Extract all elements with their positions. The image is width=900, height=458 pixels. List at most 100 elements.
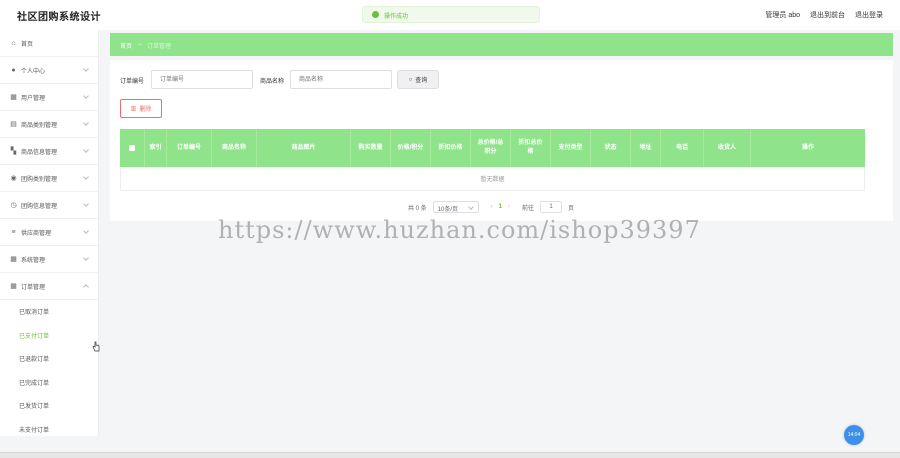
select-all-column: [120, 129, 145, 167]
query-button[interactable]: ○ 查询: [397, 70, 439, 89]
home-icon: ⌂: [11, 39, 16, 47]
submenu-item-refunded[interactable]: 已退款订单: [0, 347, 98, 371]
column-header[interactable]: 订单编号: [167, 129, 212, 167]
apps-icon: ▚: [10, 147, 17, 155]
product-name-label: 商品名称: [260, 79, 285, 85]
sidebar-item-product-categories[interactable]: ▤ 商品类别管理: [0, 111, 98, 138]
total-count: 共 0 条: [408, 205, 427, 212]
toast-message: 操作成功: [384, 14, 409, 20]
grid-icon: ▤: [10, 120, 17, 128]
sidebar-item-home[interactable]: ⌂ 首页: [0, 30, 98, 57]
sidebar-item-users[interactable]: ▦ 用户管理: [0, 84, 98, 111]
chevron-down-icon: [83, 228, 89, 234]
sidebar-item-system[interactable]: ▦ 系统管理: [0, 246, 98, 273]
sidebar-item-label: 供应商管理: [21, 230, 52, 237]
column-header[interactable]: 折扣总价格: [511, 129, 551, 167]
page-suffix: 页: [568, 205, 575, 212]
page-number[interactable]: 1: [499, 204, 502, 210]
grid-icon: ▦: [10, 93, 17, 101]
breadcrumb-separator: →: [137, 41, 143, 47]
empty-text: 暂无数据: [480, 177, 505, 183]
column-header[interactable]: 总价格/总积分: [471, 129, 511, 167]
breadcrumb: 首页 → 订单管理: [110, 33, 893, 56]
sidebar-item-label: 商品类别管理: [21, 122, 58, 129]
prev-page-button[interactable]: ‹: [491, 204, 493, 210]
submenu-item-unpaid[interactable]: 未支付订单: [0, 418, 98, 442]
column-header[interactable]: 购买数量: [351, 129, 391, 167]
column-header[interactable]: 价格/积分: [391, 129, 431, 167]
sidebar-item-group-categories[interactable]: ◉ 团购类别管理: [0, 165, 98, 192]
select-all-checkbox[interactable]: [129, 145, 135, 151]
sidebar-item-group-info[interactable]: ◷ 团购信息管理: [0, 192, 98, 219]
column-header: 索引: [145, 129, 167, 167]
column-header[interactable]: 地址: [631, 129, 661, 167]
column-header[interactable]: 状态: [591, 129, 631, 167]
order-no-label: 订单编号: [120, 79, 145, 85]
chevron-down-icon: [83, 147, 89, 153]
product-name-input[interactable]: [290, 70, 392, 89]
success-toast: 操作成功: [362, 6, 540, 23]
clock-icon: ◷: [10, 201, 17, 209]
search-icon: ○: [408, 76, 413, 83]
sidebar-item-label: 订单管理: [21, 284, 46, 291]
sidebar-item-label: 个人中心: [21, 68, 46, 75]
breadcrumb-home[interactable]: 首页: [120, 41, 132, 50]
chevron-down-icon: [83, 255, 89, 261]
submenu-item-paid[interactable]: 已支付订单: [0, 324, 98, 348]
page-size-select[interactable]: 10条/页: [432, 201, 479, 213]
chevron-down-icon: [83, 120, 89, 126]
chevron-down-icon: [83, 93, 89, 99]
submenu-item-completed[interactable]: 已完成订单: [0, 371, 98, 395]
next-page-button[interactable]: ›: [508, 204, 510, 210]
watermark-text: https://www.huzhan.com/ishop39397: [218, 216, 701, 244]
sidebar-item-suppliers[interactable]: ≡ 供应商管理: [0, 219, 98, 246]
delete-button-label: 删除: [139, 107, 152, 113]
location-icon: ◉: [10, 174, 17, 182]
column-header[interactable]: 商品图片: [257, 129, 351, 167]
admin-label: 管理员 abo: [765, 12, 800, 19]
sidebar: ⌂ 首页 ● 个人中心 ▦ 用户管理 ▤ 商品类别管理 ▚ 商品信息管理 ◉ 团…: [0, 30, 99, 436]
sidebar-item-product-info[interactable]: ▚ 商品信息管理: [0, 138, 98, 165]
breadcrumb-current: 订单管理: [147, 44, 172, 50]
pagination: 共 0 条 10条/页 ‹ 1 › 前往 1 页: [408, 201, 574, 213]
chevron-down-icon: [83, 201, 89, 207]
chevron-down-icon: [83, 66, 89, 72]
delete-button[interactable]: ▥ 删除: [120, 99, 162, 118]
chevron-down-icon: [83, 174, 89, 180]
hand-cursor-icon: [92, 341, 100, 352]
sidebar-item-profile[interactable]: ● 个人中心: [0, 57, 98, 84]
sidebar-item-label: 首页: [21, 41, 34, 48]
chevron-up-icon: [83, 284, 89, 290]
sidebar-item-label: 商品信息管理: [21, 149, 58, 156]
top-header: 社区团购系统设计 操作成功 管理员 abo 退出到前台 退出登录: [0, 0, 900, 30]
sidebar-item-orders[interactable]: ▦ 订单管理: [0, 273, 98, 300]
time-bubble[interactable]: 14:04: [844, 425, 864, 445]
main-card: 订单编号 商品名称 ○ 查询 ▥ 删除 索引 订单编号 商品名称 商品图片 购买…: [110, 60, 893, 221]
bottom-taskbar: [0, 452, 900, 458]
sidebar-item-label: 用户管理: [21, 95, 46, 102]
table-empty-row: 暂无数据: [120, 167, 865, 191]
grid-icon: ▦: [10, 255, 17, 263]
column-header[interactable]: 折扣价格: [431, 129, 471, 167]
column-header[interactable]: 商品名称: [212, 129, 257, 167]
goto-label: 前往: [522, 205, 535, 212]
submenu-item-shipped[interactable]: 已发货订单: [0, 394, 98, 418]
goto-page-input[interactable]: 1: [540, 201, 563, 213]
logout-link[interactable]: 退出登录: [855, 10, 883, 20]
user-icon: ●: [11, 66, 16, 74]
column-header[interactable]: 电话: [661, 129, 704, 167]
table-header: 索引 订单编号 商品名称 商品图片 购买数量 价格/积分 折扣价格 总价格/总积…: [120, 129, 865, 167]
back-to-front-link[interactable]: 退出到前台: [810, 10, 845, 20]
order-no-input[interactable]: [151, 70, 253, 89]
sidebar-item-label: 团购信息管理: [21, 203, 58, 210]
column-header: 操作: [801, 144, 814, 151]
header-actions: 管理员 abo 退出到前台 退出登录: [765, 10, 883, 20]
submenu-item-cancelled[interactable]: 已取消订单: [0, 300, 98, 324]
sidebar-item-label: 系统管理: [21, 257, 46, 264]
check-circle-icon: [372, 11, 379, 18]
orders-table: 索引 订单编号 商品名称 商品图片 购买数量 价格/积分 折扣价格 总价格/总积…: [120, 129, 865, 191]
query-button-label: 查询: [415, 78, 428, 84]
column-header[interactable]: 收货人: [704, 129, 751, 167]
menu-icon: ≡: [11, 228, 16, 236]
column-header[interactable]: 支付类型: [551, 129, 591, 167]
